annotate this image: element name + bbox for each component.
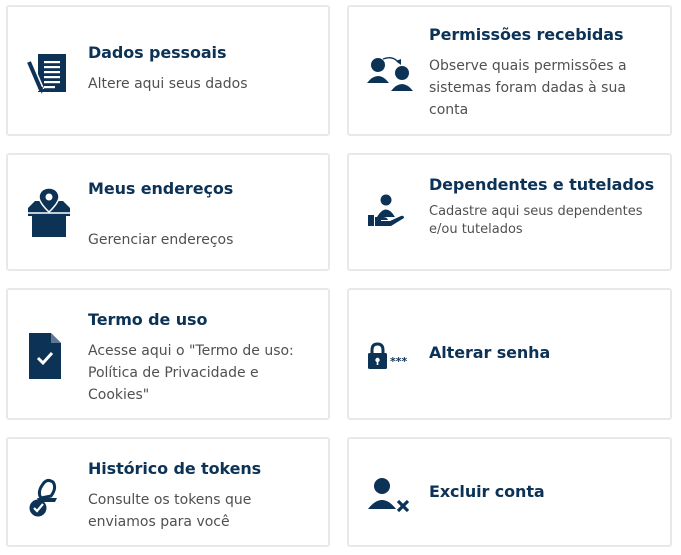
card-title: Alterar senha — [429, 343, 551, 362]
card-description: Observe quais permissões a sistemas fora… — [429, 58, 627, 118]
card-dados-pessoais[interactable]: Dados pessoais Altere aqui seus dados — [6, 5, 330, 136]
card-description: Gerenciar endereços — [88, 232, 234, 248]
card-title: Permissões recebidas — [429, 25, 624, 44]
card-description: Cadastre aqui seus dependentes e/ou tute… — [429, 204, 643, 237]
user-remove-icon — [367, 477, 415, 513]
card-alterar-senha[interactable]: *** Alterar senha — [347, 288, 672, 420]
card-termo-de-uso[interactable]: Termo de uso Acesse aqui o "Termo de uso… — [6, 288, 330, 420]
document-check-icon — [27, 331, 63, 381]
stamp-check-icon — [27, 474, 63, 518]
card-title: Histórico de tokens — [88, 459, 262, 478]
box-location-pin-icon — [27, 186, 71, 238]
card-title: Excluir conta — [429, 482, 545, 501]
document-pen-icon — [26, 52, 68, 96]
card-title: Dados pessoais — [88, 43, 227, 62]
lock-password-icon: *** — [366, 342, 416, 370]
card-title: Termo de uso — [88, 310, 208, 329]
card-meus-enderecos[interactable]: Meus endereços Gerenciar endereços — [6, 153, 330, 271]
hand-person-icon — [366, 193, 406, 229]
card-description: Consulte os tokens que enviamos para voc… — [88, 492, 252, 530]
card-description: Acesse aqui o "Termo de uso: Política de… — [88, 343, 294, 403]
card-historico-tokens[interactable]: Histórico de tokens Consulte os tokens q… — [6, 437, 330, 547]
card-permissoes-recebidas[interactable]: Permissões recebidas Observe quais permi… — [347, 5, 672, 136]
users-transfer-icon — [365, 55, 415, 93]
card-dependentes-tutelados[interactable]: Dependentes e tutelados Cadastre aqui se… — [347, 153, 672, 271]
password-mask-text: *** — [390, 355, 408, 368]
card-description: Altere aqui seus dados — [88, 76, 248, 92]
card-excluir-conta[interactable]: Excluir conta — [347, 437, 672, 547]
card-title: Meus endereços — [88, 179, 234, 198]
card-title: Dependentes e tutelados — [429, 175, 655, 194]
